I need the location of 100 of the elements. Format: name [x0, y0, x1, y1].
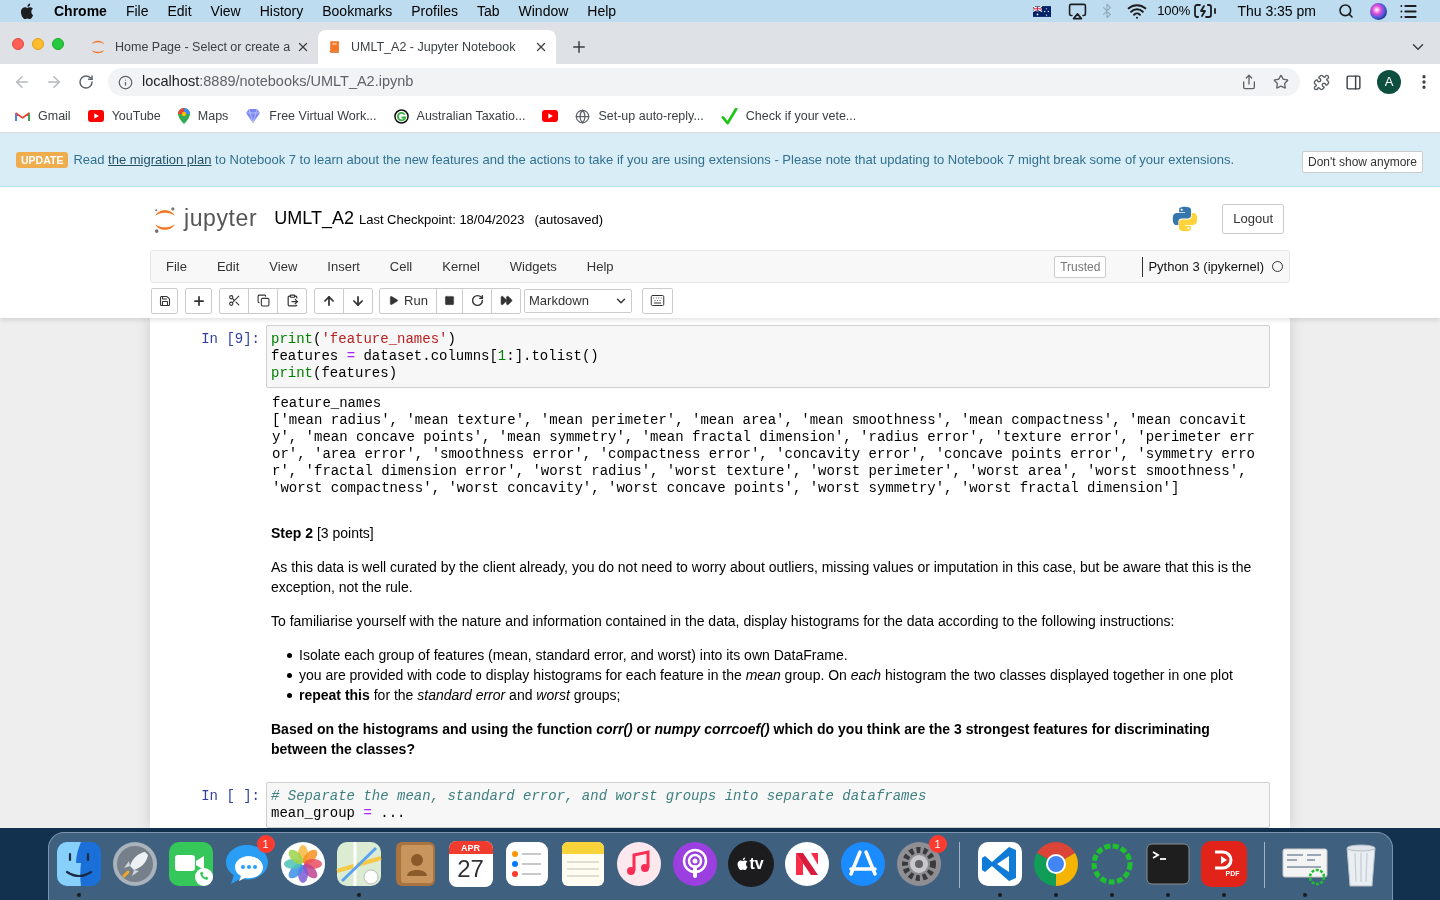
code-input-field[interactable]: # Separate the mean, standard error, and worst groups into separate dataframes mean_group = ...	[266, 782, 1270, 828]
code-editor-icon[interactable]	[975, 840, 1024, 888]
double-arc-logo-icon	[153, 205, 177, 234]
down-arrow-icon	[351, 293, 365, 308]
profile-avatar[interactable]: A	[1377, 70, 1401, 94]
reload-icon[interactable]	[78, 74, 94, 90]
cell-type-select[interactable]: Markdown	[524, 288, 632, 313]
wifi-icon[interactable]	[1127, 1, 1148, 21]
calendar-icon[interactable]: APR 27	[448, 841, 493, 887]
notebook-menu-item[interactable]: View	[254, 256, 313, 277]
logout-button[interactable]: Logout	[1222, 203, 1284, 234]
checkpoint-status: Last Checkpoint: 18/04/2023	[358, 211, 525, 230]
play-button-icon[interactable]	[542, 110, 559, 122]
app-store-icon[interactable]	[838, 840, 887, 888]
terminal-icon[interactable]	[1143, 840, 1192, 888]
notebook-menu-item[interactable]: Cell	[374, 256, 428, 277]
bookmark-link[interactable]: Australian Taxatio...	[416, 106, 526, 126]
g-logo-icon[interactable]	[393, 108, 409, 124]
side-panel-icon[interactable]	[1345, 73, 1362, 91]
copy-button[interactable]	[248, 287, 278, 314]
close-icon[interactable]	[534, 40, 548, 54]
map-icon[interactable]	[334, 840, 383, 888]
browser-icon[interactable]	[1031, 840, 1080, 888]
menu-item[interactable]: Edit	[167, 0, 192, 22]
menu-item[interactable]: View	[210, 0, 241, 22]
menu-item[interactable]: Bookmarks	[322, 0, 393, 22]
play-button-icon[interactable]	[87, 110, 104, 122]
move-down-button[interactable]	[343, 287, 373, 314]
migration-plan-link[interactable]: the migration plan	[108, 151, 212, 167]
menu-item[interactable]: File	[125, 0, 149, 22]
new-tab-icon[interactable]	[570, 38, 588, 56]
music-note-icon[interactable]	[614, 840, 663, 888]
save-button[interactable]	[151, 287, 178, 314]
close-window-button[interactable]	[12, 38, 24, 50]
menu-item[interactable]: History	[259, 0, 304, 22]
notebook-menu-item[interactable]: Insert	[312, 256, 375, 277]
browser-tab[interactable]: Home Page - Select or create a	[80, 30, 318, 64]
code-line: mean_group = ...	[271, 805, 406, 822]
bookmark-link[interactable]: Free Virtual Work...	[269, 106, 377, 126]
podcast-icon[interactable]	[670, 840, 719, 888]
notebook-menu-item[interactable]: Help	[571, 256, 629, 277]
letter-m-icon[interactable]	[15, 110, 30, 122]
address-field[interactable]: localhost:8889/notebooks/UMLT_A2.ipynb	[108, 68, 1300, 96]
bookmark-link[interactable]: YouTube	[111, 106, 161, 126]
info-icon[interactable]	[118, 74, 133, 90]
kernel-name: Python 3 (ipykernel)	[1148, 257, 1264, 276]
apple-icon[interactable]	[20, 3, 34, 19]
notebook-menu-item[interactable]: File	[151, 256, 202, 277]
bookmark-star-icon[interactable]	[1273, 74, 1289, 90]
fast-forward-icon	[499, 294, 513, 307]
screen-mirroring-icon[interactable]	[1068, 1, 1088, 21]
menu-item[interactable]: Help	[587, 0, 617, 22]
browser-tab[interactable]: UMLT_A2 - Jupyter Notebook	[318, 30, 556, 64]
menu-item[interactable]: Tab	[476, 0, 500, 22]
code-input-field[interactable]: print('feature_names') features = dataset.columns[1:].tolist() print(features)	[266, 325, 1270, 388]
map-pin-icon[interactable]	[177, 108, 190, 124]
notebook-menu-item[interactable]: Edit	[201, 256, 255, 277]
bookmark-link[interactable]: Maps	[197, 106, 229, 126]
keyboard-shortcuts-button[interactable]	[642, 287, 673, 314]
notebook-menu-item[interactable]: Widgets	[494, 256, 572, 277]
rocket-icon[interactable]	[110, 840, 159, 888]
check-icon[interactable]	[720, 107, 738, 125]
bullet-icon	[287, 673, 292, 678]
notebook-title[interactable]: UMLT_A2	[274, 205, 354, 232]
gem-icon[interactable]	[245, 108, 262, 124]
menu-item[interactable]: Window	[518, 0, 569, 22]
notebook-menu-item[interactable]: Kernel	[427, 256, 495, 277]
bullet-icon	[287, 693, 292, 698]
insert-cell-button[interactable]	[185, 287, 212, 314]
close-icon[interactable]	[296, 40, 310, 54]
globe-icon[interactable]	[575, 108, 591, 124]
paste-button[interactable]	[277, 287, 307, 314]
bookmark-link[interactable]: Gmail	[38, 106, 71, 126]
bookmark-link[interactable]: Set-up auto-reply...	[598, 106, 704, 126]
orb-icon[interactable]	[1370, 2, 1387, 20]
flower-icon[interactable]	[278, 840, 327, 888]
play-icon	[388, 295, 400, 306]
move-up-button[interactable]	[314, 287, 344, 314]
bookmark-link[interactable]: Check if your vete...	[745, 106, 857, 126]
trusted-button[interactable]: Trusted	[1054, 255, 1107, 278]
restart-button[interactable]	[462, 287, 492, 314]
paragraph-text: Step 2 [3 points]	[271, 524, 375, 543]
share-icon[interactable]	[1241, 74, 1257, 90]
menu-app-name[interactable]: Chrome	[54, 0, 107, 22]
stop-button[interactable]	[436, 287, 463, 314]
run-all-button[interactable]	[491, 287, 521, 314]
flag-icon[interactable]	[1033, 5, 1052, 17]
search-icon[interactable]	[1338, 3, 1354, 19]
menu-item[interactable]: Profiles	[411, 0, 458, 22]
smiling-face-icon[interactable]	[54, 840, 103, 888]
tv-app-icon[interactable]: tv	[727, 841, 774, 887]
news-icon[interactable]	[782, 840, 831, 888]
menu-clock[interactable]: Thu 3:35 pm	[1237, 0, 1316, 22]
dont-show-button[interactable]: Don't show anymore	[1302, 150, 1423, 173]
run-button[interactable]: Run	[379, 287, 437, 314]
video-camera-icon[interactable]	[166, 840, 215, 888]
extensions-icon[interactable]	[1313, 73, 1330, 91]
cut-button[interactable]	[219, 287, 249, 314]
list-item-text: Isolate each group of features (mean, standard error, and worst) into its own DataFrame.	[299, 646, 848, 665]
gear-icon[interactable]	[894, 840, 943, 888]
